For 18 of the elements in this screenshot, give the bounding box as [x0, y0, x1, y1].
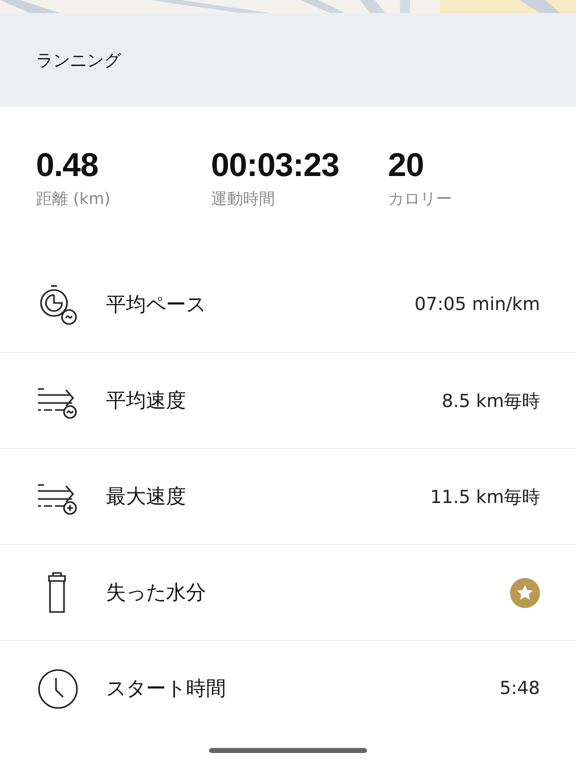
stat-label: カロリー — [388, 189, 453, 210]
metric-label: 最大速度 — [106, 483, 187, 510]
stat-label: 距離 (km) — [36, 189, 112, 210]
metric-label: 失った水分 — [106, 579, 207, 606]
metric-value: 8.5 km毎時 — [442, 390, 540, 412]
metric-value: 07:05 min/km — [414, 294, 540, 315]
stat-label: 運動時間 — [211, 189, 276, 210]
metric-value: 5:48 — [500, 678, 540, 699]
clock-icon — [36, 666, 80, 710]
metric-label: 平均速度 — [106, 387, 187, 414]
stat-value: 00:03:23 — [211, 147, 340, 183]
stat-value: 20 — [388, 147, 425, 183]
metric-value: 11.5 km毎時 — [430, 486, 540, 508]
stat-value: 0.48 — [36, 147, 100, 183]
metric-label: スタート時間 — [106, 675, 227, 702]
metric-label: 平均ペース — [106, 291, 207, 318]
activity-title: ランニング — [36, 50, 121, 72]
home-indicator[interactable] — [209, 748, 367, 753]
